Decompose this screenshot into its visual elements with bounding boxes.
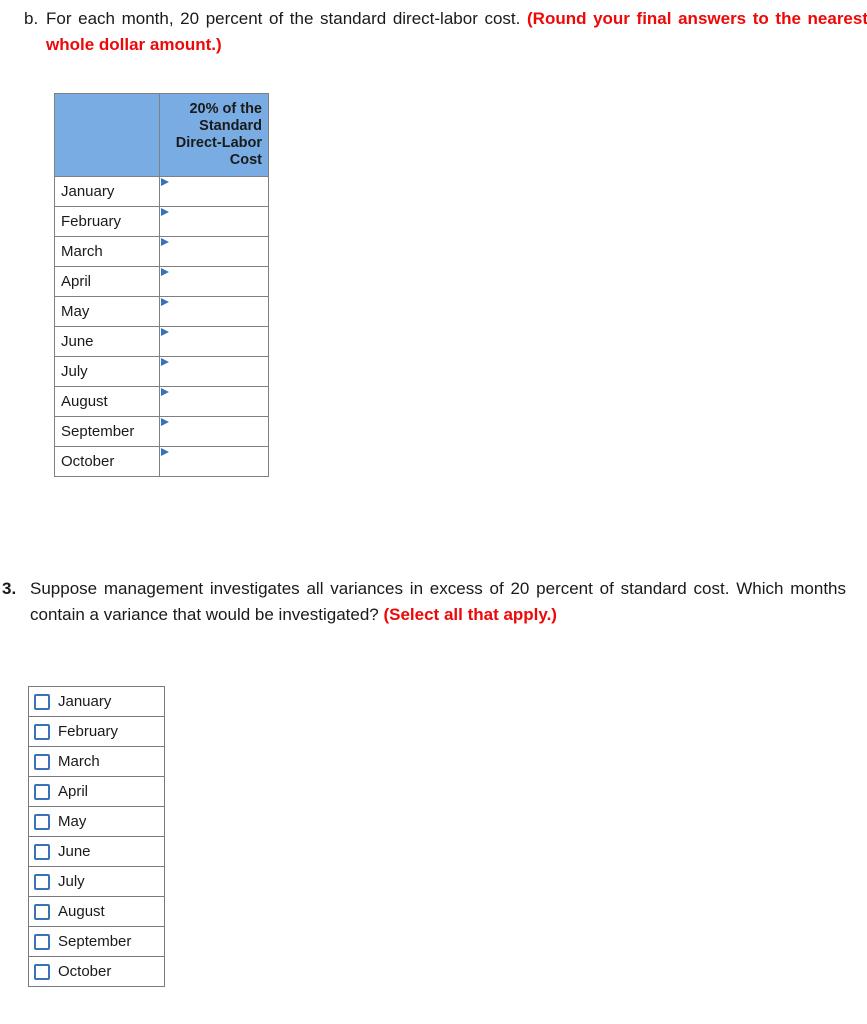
list-item[interactable]: May [29, 807, 164, 837]
triangle-right-icon [161, 328, 169, 336]
twenty-percent-entry-table: 20% of the Standard Direct-Labor Cost Ja… [54, 93, 269, 477]
month-label: May [54, 296, 160, 327]
table-row: October [54, 446, 269, 477]
list-item[interactable]: June [29, 837, 164, 867]
list-item[interactable]: April [29, 777, 164, 807]
checkbox-icon[interactable] [34, 723, 50, 740]
month-label: September [54, 416, 160, 447]
checkbox-label: February [58, 722, 119, 740]
amount-input-cell[interactable] [159, 206, 269, 237]
entry-table-header-value-column: 20% of the Standard Direct-Labor Cost [159, 93, 269, 177]
list-item[interactable]: March [29, 747, 164, 777]
triangle-right-icon [161, 268, 169, 276]
amount-input-cell[interactable] [159, 356, 269, 387]
list-item[interactable]: February [29, 717, 164, 747]
question-b-text: For each month, 20 percent of the standa… [46, 6, 867, 58]
checkbox-icon[interactable] [34, 813, 50, 830]
month-label: October [54, 446, 160, 477]
checkbox-label: April [58, 782, 89, 800]
month-label: April [54, 266, 160, 297]
month-checkbox-list: January February March April May June July Augu… [28, 686, 165, 987]
list-item[interactable]: September [29, 927, 164, 957]
checkbox-label: March [58, 752, 100, 770]
table-row: September [54, 416, 269, 447]
checkbox-label: October [58, 962, 112, 980]
question-3-instruction: (Select all that apply.) [383, 605, 557, 624]
amount-input-cell[interactable] [159, 266, 269, 297]
table-row: July [54, 356, 269, 387]
entry-table-header-row: 20% of the Standard Direct-Labor Cost [54, 93, 269, 177]
month-label: June [54, 326, 160, 357]
entry-table-head: 20% of the Standard Direct-Labor Cost [54, 93, 269, 177]
checkbox-label: July [58, 872, 85, 890]
list-item[interactable]: October [29, 957, 164, 987]
entry-table-body: January February March April May June July Augu… [54, 176, 269, 477]
list-item[interactable]: January [29, 687, 164, 717]
question-b-marker: b. [24, 9, 39, 28]
triangle-right-icon [161, 298, 169, 306]
amount-input-cell[interactable] [159, 176, 269, 207]
checkbox-label: June [58, 842, 91, 860]
amount-input-cell[interactable] [159, 416, 269, 447]
triangle-right-icon [161, 448, 169, 456]
month-label: March [54, 236, 160, 267]
amount-input-cell[interactable] [159, 386, 269, 417]
question-b: b. For each month, 20 percent of the sta… [24, 6, 867, 58]
checkbox-icon[interactable] [34, 693, 50, 710]
triangle-right-icon [161, 358, 169, 366]
checkbox-icon[interactable] [34, 963, 50, 980]
checkbox-icon[interactable] [34, 753, 50, 770]
table-row: January [54, 176, 269, 207]
checkbox-label: August [58, 902, 105, 920]
amount-input-cell[interactable] [159, 296, 269, 327]
table-row: May [54, 296, 269, 327]
checkbox-icon[interactable] [34, 783, 50, 800]
entry-table-header-label-column [54, 93, 160, 177]
triangle-right-icon [161, 418, 169, 426]
checkbox-label: September [58, 932, 132, 950]
checkbox-icon[interactable] [34, 873, 50, 890]
month-label: August [54, 386, 160, 417]
triangle-right-icon [161, 238, 169, 246]
amount-input-cell[interactable] [159, 236, 269, 267]
table-row: February [54, 206, 269, 237]
triangle-right-icon [161, 208, 169, 216]
list-item[interactable]: July [29, 867, 164, 897]
amount-input-cell[interactable] [159, 446, 269, 477]
triangle-right-icon [161, 178, 169, 186]
month-label: January [54, 176, 160, 207]
table-row: June [54, 326, 269, 357]
question-b-prompt: For each month, 20 percent of the standa… [46, 9, 521, 28]
question-3-marker: 3. [2, 579, 17, 598]
checkbox-label: May [58, 812, 87, 830]
checkbox-icon[interactable] [34, 903, 50, 920]
checkbox-icon[interactable] [34, 933, 50, 950]
amount-input-cell[interactable] [159, 326, 269, 357]
question-3-text: Suppose management investigates all vari… [30, 576, 846, 628]
month-label: July [54, 356, 160, 387]
month-label: February [54, 206, 160, 237]
triangle-right-icon [161, 388, 169, 396]
table-row: April [54, 266, 269, 297]
checkbox-label: January [58, 692, 112, 710]
list-item[interactable]: August [29, 897, 164, 927]
checkbox-icon[interactable] [34, 843, 50, 860]
question-3: 3. Suppose management investigates all v… [0, 576, 846, 628]
table-row: March [54, 236, 269, 267]
table-row: August [54, 386, 269, 417]
